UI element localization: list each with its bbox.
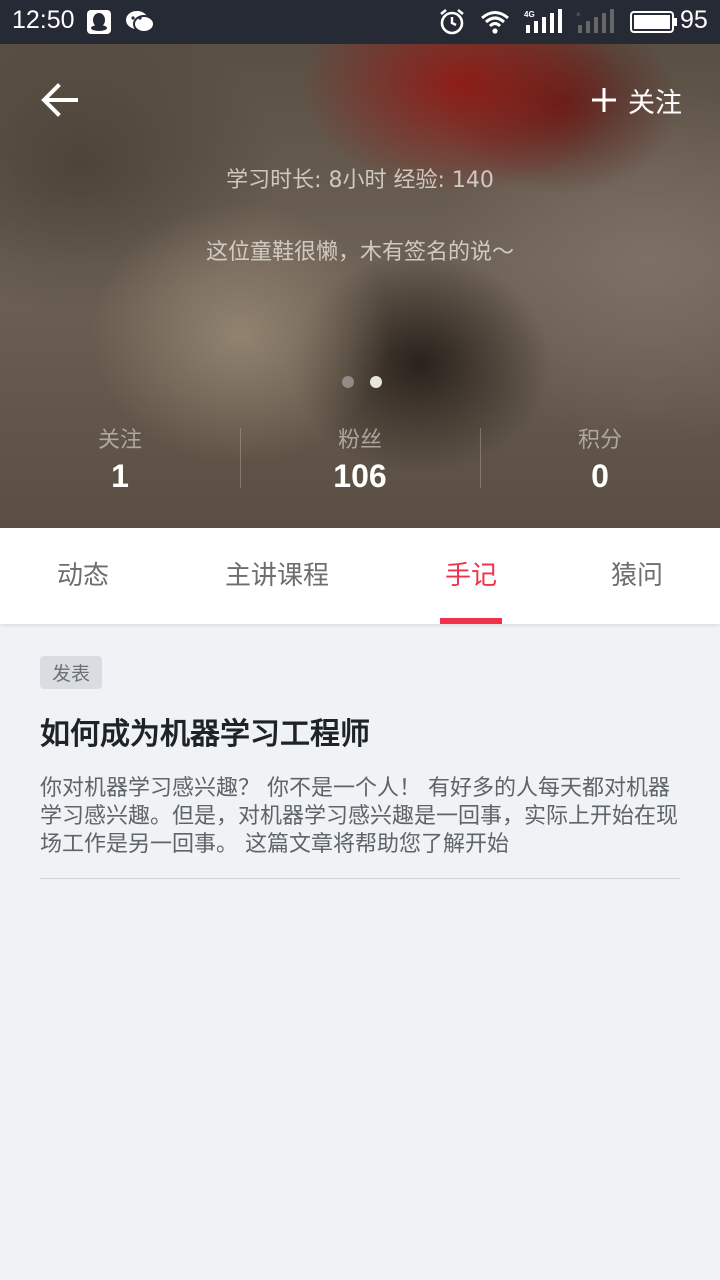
status-time: 12:50: [12, 6, 75, 34]
tab-bar: 动态 主讲课程 手记 猿问: [0, 528, 720, 624]
user-signature: 这位童鞋很懒，木有签名的说～: [205, 240, 514, 265]
stat-fans[interactable]: 粉丝 106: [240, 416, 480, 506]
stat-following[interactable]: 关注 1: [0, 416, 240, 506]
plus-icon: [592, 88, 616, 112]
pager-dot-active[interactable]: [370, 376, 382, 388]
qq-icon: [87, 10, 111, 34]
note-tag: 发表: [40, 656, 103, 689]
stat-value: 0: [591, 458, 609, 494]
svg-text:4G: 4G: [524, 10, 535, 19]
tab-activity[interactable]: 动态: [30, 528, 136, 624]
stat-value: 106: [333, 458, 387, 494]
tab-courses[interactable]: 主讲课程: [210, 528, 344, 624]
note-excerpt: 你对机器学习感兴趣？ 你不是一个人！ 有好多的人每天都对机器学习感兴趣。但是，对…: [40, 776, 679, 857]
stat-label: 粉丝: [337, 428, 382, 453]
note-title[interactable]: 如何成为机器学习工程师: [40, 709, 680, 753]
tab-active-indicator: [440, 618, 502, 624]
stats-row: 关注 1 粉丝 106 积分 0: [0, 416, 720, 506]
divider: [40, 878, 680, 879]
status-bar: 12:50 4G × 95: [0, 0, 720, 44]
pager-dot[interactable]: [342, 376, 354, 388]
wifi-icon: [481, 11, 509, 34]
tab-questions[interactable]: 猿问: [584, 528, 690, 624]
stat-label: 积分: [577, 428, 622, 453]
battery-icon: [630, 11, 677, 33]
back-button[interactable]: [36, 78, 84, 122]
profile-header: 关注 学习时长: 8小时 经验: 140 这位童鞋很懒，木有签名的说～ 关注 1…: [0, 44, 720, 528]
follow-button[interactable]: 关注: [590, 80, 682, 120]
signal-no-sim-icon: ×: [576, 9, 614, 33]
stat-value: 1: [111, 458, 129, 494]
wechat-icon: [126, 11, 155, 33]
tab-notes[interactable]: 手记: [418, 528, 524, 624]
follow-label: 关注: [628, 87, 682, 119]
study-info: 学习时长: 8小时 经验: 140: [226, 168, 494, 193]
signal-4g-icon: 4G: [524, 9, 562, 33]
stat-label: 关注: [97, 428, 142, 453]
svg-text:×: ×: [576, 10, 581, 19]
arrow-left-icon: [41, 83, 78, 117]
alarm-icon: [440, 8, 464, 35]
pager-dots: [342, 376, 382, 388]
list-item[interactable]: 发表 如何成为机器学习工程师 你对机器学习感兴趣？ 你不是一个人！ 有好多的人每…: [40, 656, 680, 859]
battery-level: 95: [680, 6, 708, 34]
stat-points[interactable]: 积分 0: [480, 416, 720, 506]
